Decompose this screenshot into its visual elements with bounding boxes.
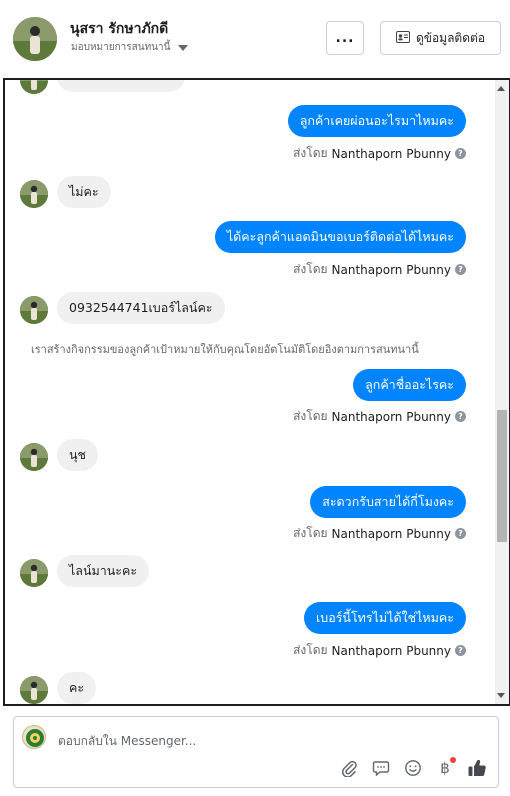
incoming-message-partial [57,80,185,92]
message-text: ได้คะลูกค้าแอดมินขอเบอร์ติดต่อได้ไหมคะ [226,229,454,244]
message-text: เบอร์นี้โทรไม่ได้ใช่ไหมคะ [315,610,454,625]
message-text: ลูกค้าเคยผ่อนอะไรมาไหมคะ [299,113,454,128]
customer-avatar-small [20,180,48,208]
chat-bubble-icon[interactable] [370,757,392,779]
outgoing-message: ลูกค้าชื่ออะไรคะ [353,369,466,401]
composer-toolbar: ฿ [338,757,488,779]
sent-by-line: ส่งโดย Nanthaporn Pbunny? [293,144,466,163]
baht-icon[interactable]: ฿ [434,757,456,779]
help-icon[interactable]: ? [455,148,466,159]
smiley-icon[interactable] [402,757,424,779]
customer-avatar-small [20,80,48,94]
page-avatar [22,725,46,749]
sent-by-prefix: ส่งโดย [293,146,328,160]
incoming-message: คะ [57,672,97,704]
help-icon[interactable]: ? [455,264,466,275]
sent-by-name: Nanthaporn Pbunny [331,146,451,161]
baht-glyph: ฿ [440,759,450,777]
message-text: ไม่คะ [69,184,99,199]
thread-scrollbar[interactable] [495,80,509,704]
reply-composer[interactable]: ตอบกลับใน Messenger... ฿ [13,716,499,788]
system-notice: เราสร้างกิจกรรมของลูกค้าเป้าหมายให้กับคุ… [31,343,419,356]
caret-down-icon [178,44,189,51]
message-text: 0932544741เบอร์ไลน์คะ [69,300,213,315]
message-text: ลูกค้าชื่ออะไรคะ [365,377,454,392]
more-options-button[interactable]: ... [326,21,364,55]
customer-avatar-small [20,296,48,324]
outgoing-message: ได้คะลูกค้าแอดมินขอเบอร์ติดต่อได้ไหมคะ [214,221,466,253]
help-icon[interactable]: ? [455,528,466,539]
assign-conversation-dropdown[interactable]: มอบหมายการสนทนานี้ [71,40,189,55]
reply-input[interactable]: ตอบกลับใน Messenger... [58,732,196,751]
thumbs-up-icon[interactable] [466,757,488,779]
message-text: สะดวกรับสายได้กี่โมงคะ [322,494,454,509]
outgoing-message: สะดวกรับสายได้กี่โมงคะ [310,486,466,518]
assign-conversation-label: มอบหมายการสนทนานี้ [71,42,171,53]
scrollbar-thumb[interactable] [497,410,507,542]
sent-by-line: ส่งโดย Nanthaporn Pbunny? [293,260,466,279]
sent-by-name: Nanthaporn Pbunny [331,526,451,541]
incoming-message: ไม่คะ [57,176,111,208]
message-text: นุช [69,447,87,462]
help-icon[interactable]: ? [455,645,466,656]
conversation-header: นุสรา รักษาภักดี มอบหมายการสนทนานี้ ... … [0,0,510,78]
scroll-up-arrow-icon[interactable] [497,86,505,91]
paperclip-icon[interactable] [338,757,360,779]
sent-by-name: Nanthaporn Pbunny [331,409,451,424]
message-text: คะ [69,680,85,695]
sent-by-prefix: ส่งโดย [293,526,328,540]
message-text: ไลน์มานะคะ [69,563,138,578]
sent-by-prefix: ส่งโดย [293,643,328,657]
more-options-label: ... [335,30,355,46]
customer-avatar-small [20,443,48,471]
message-thread[interactable]: ลูกค้าเคยผ่อนอะไรมาไหมคะ ส่งโดย Nanthapor… [3,78,510,706]
outgoing-message: เบอร์นี้โทรไม่ได้ใช่ไหมคะ [303,602,466,634]
incoming-message: นุช [57,439,99,471]
contact-card-icon [395,30,410,46]
view-contact-label: ดูข้อมูลติดต่อ [415,30,486,45]
help-icon[interactable]: ? [455,411,466,422]
customer-avatar[interactable] [13,17,57,61]
sent-by-line: ส่งโดย Nanthaporn Pbunny? [293,407,466,426]
sent-by-name: Nanthaporn Pbunny [331,262,451,277]
sent-by-name: Nanthaporn Pbunny [331,643,451,658]
notification-dot [450,757,456,763]
incoming-message: ไลน์มานะคะ [57,555,150,587]
incoming-message: 0932544741เบอร์ไลน์คะ [57,292,225,324]
sent-by-prefix: ส่งโดย [293,409,328,423]
scroll-down-arrow-icon[interactable] [497,693,505,698]
customer-avatar-small [20,559,48,587]
customer-avatar-small [20,676,48,704]
sent-by-line: ส่งโดย Nanthaporn Pbunny? [293,524,466,543]
view-contact-button[interactable]: ดูข้อมูลติดต่อ [380,21,501,55]
sent-by-prefix: ส่งโดย [293,262,328,276]
outgoing-message: ลูกค้าเคยผ่อนอะไรมาไหมคะ [287,105,466,137]
customer-name: นุสรา รักษาภักดี [70,21,169,37]
sent-by-line: ส่งโดย Nanthaporn Pbunny? [293,641,466,660]
